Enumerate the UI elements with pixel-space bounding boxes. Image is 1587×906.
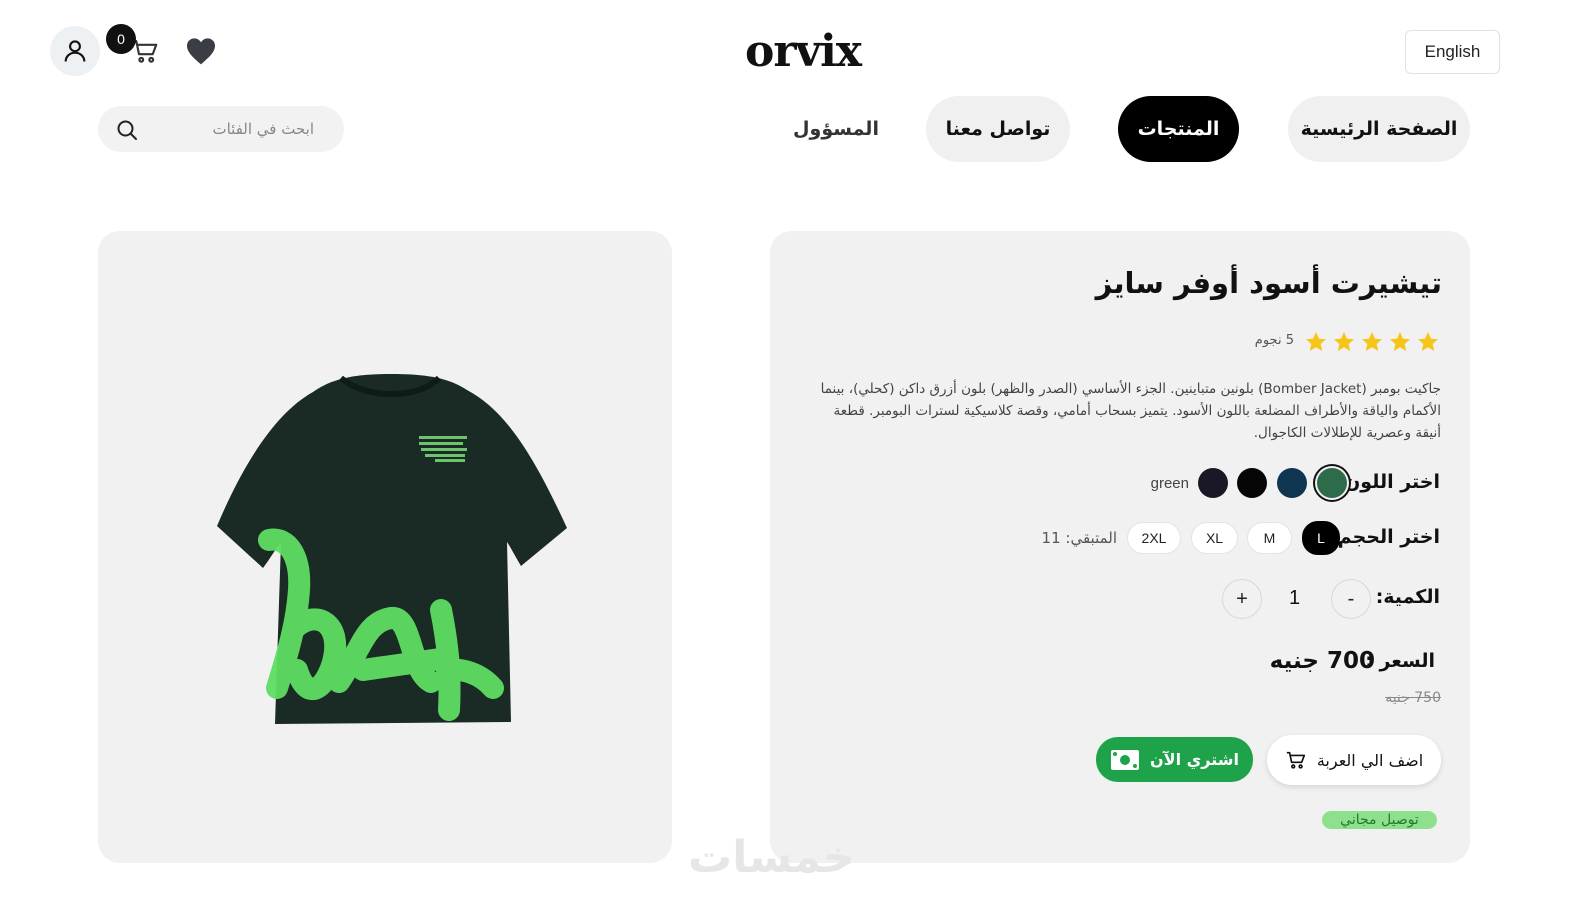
size-option-l[interactable]: L (1302, 521, 1340, 555)
rating-text: 5 نجوم (1254, 333, 1294, 348)
nav-home[interactable]: الصفحة الرئيسية (1288, 96, 1470, 162)
size-option-m[interactable]: M (1247, 522, 1292, 554)
heart-icon (187, 38, 215, 65)
star-icon (1306, 332, 1326, 351)
product-image (217, 374, 567, 724)
search-input[interactable] (144, 116, 314, 142)
header: 0 orvix English (0, 0, 1587, 100)
add-to-cart-label: اضف الي العربة (1316, 750, 1424, 770)
quantity-decrease-button[interactable]: - (1331, 579, 1371, 619)
star-icon (1362, 332, 1382, 351)
account-button[interactable] (50, 26, 100, 76)
color-swatch-green[interactable] (1317, 468, 1347, 498)
cart-count-badge: 0 (106, 24, 136, 54)
size-label: اختر الحجم : (1323, 526, 1440, 548)
quantity-label: الكمية: (1375, 586, 1440, 608)
product-title: تيشيرت أسود أوفر سايز (1095, 266, 1442, 300)
star-icon (1418, 332, 1438, 351)
cash-icon (1111, 749, 1139, 770)
add-to-cart-button[interactable]: اضف الي العربة (1267, 735, 1441, 785)
free-shipping-badge: توصيل مجاني (1322, 811, 1437, 829)
cart-icon (1286, 751, 1305, 769)
nav-products[interactable]: المنتجات (1118, 96, 1239, 162)
size-option-2xl[interactable]: 2XL (1127, 522, 1181, 554)
category-search (98, 106, 344, 152)
price-label: السعر : (1365, 650, 1435, 672)
wishlist-button[interactable] (184, 34, 218, 68)
color-swatch-black[interactable] (1237, 468, 1267, 498)
buy-now-button[interactable]: اشتري الآن (1096, 737, 1253, 782)
language-button[interactable]: English (1405, 30, 1500, 74)
quantity-increase-button[interactable]: + (1222, 579, 1262, 619)
header-icons: 0 (50, 24, 218, 76)
selected-color-name: green (1150, 475, 1189, 492)
watermark: خمسات (688, 832, 855, 883)
nav-contact[interactable]: تواصل معنا (926, 96, 1070, 162)
current-price: 700 جنيه (1269, 648, 1375, 674)
user-icon (64, 40, 86, 62)
size-option-xl[interactable]: XL (1191, 522, 1238, 554)
product-description: جاكيت بومبر (Bomber Jacket) بلونين متباي… (820, 381, 1441, 441)
buy-now-label: اشتري الآن (1150, 750, 1239, 769)
star-rating (1304, 330, 1440, 354)
cart-button[interactable]: 0 (106, 24, 162, 68)
logo[interactable]: orvix (745, 26, 862, 77)
nav-admin[interactable]: المسؤول (780, 96, 892, 162)
stock-remaining: المتبقي: 11 (1041, 529, 1117, 547)
old-price: 750 جنيه (1385, 690, 1441, 706)
star-icon (1390, 332, 1410, 351)
color-swatch-navy[interactable] (1277, 468, 1307, 498)
quantity-value: 1 (1289, 587, 1301, 609)
color-swatch-dark[interactable] (1198, 468, 1228, 498)
star-icon (1334, 332, 1354, 351)
search-icon[interactable] (115, 118, 139, 142)
